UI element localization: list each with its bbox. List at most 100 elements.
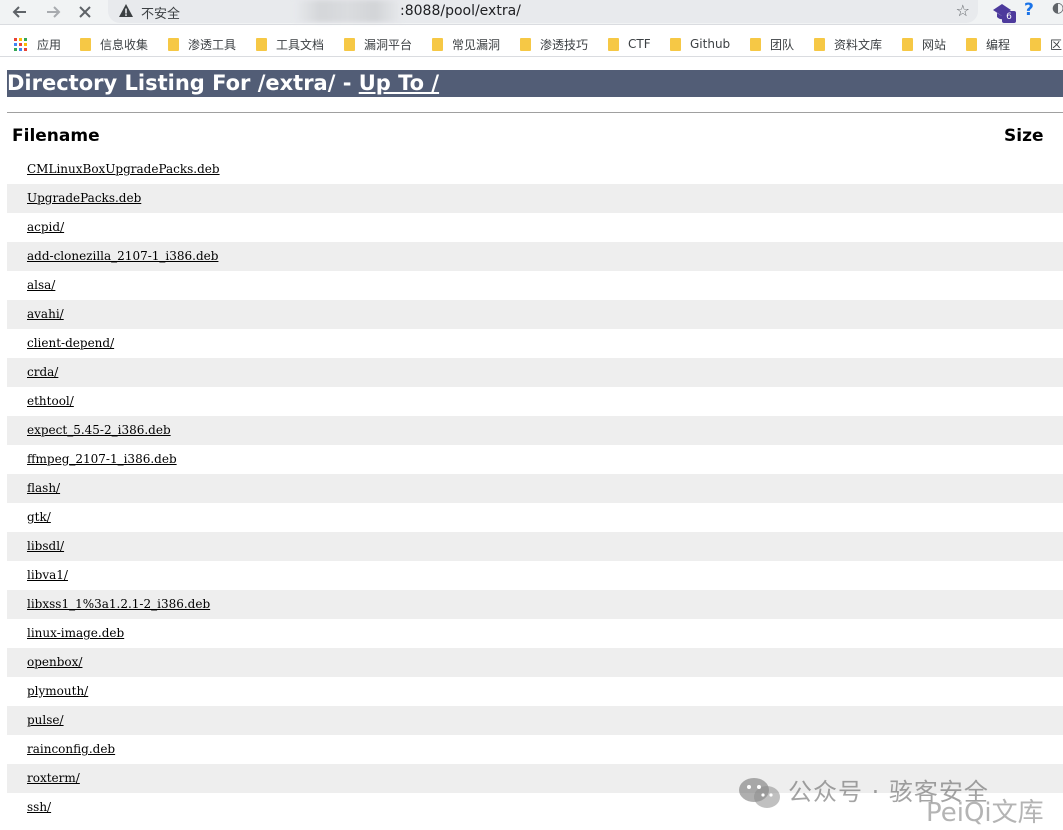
folder-icon	[256, 37, 267, 51]
apps-grid-icon	[14, 37, 27, 51]
file-link[interactable]: linux-image.deb	[27, 626, 124, 640]
folder-icon	[670, 37, 681, 51]
bookmark-folder[interactable]: 网站	[902, 36, 946, 52]
file-link[interactable]: acpid/	[27, 220, 64, 234]
bookmark-label: 资料文库	[834, 37, 883, 52]
file-link[interactable]: client-depend/	[27, 336, 114, 350]
bookmark-folder[interactable]: 渗透技巧	[520, 36, 588, 52]
bookmarks-bar: 应用 信息收集 渗透工具 工具文档 漏洞平台 常见漏洞 渗透技巧 CTF Git…	[0, 30, 1063, 57]
file-link[interactable]: alsa/	[27, 278, 55, 292]
folder-icon	[1030, 37, 1041, 51]
bookmark-folder[interactable]: 渗透工具	[168, 36, 236, 52]
table-row: avahi/	[7, 300, 1063, 329]
folder-icon	[520, 37, 531, 51]
bookmark-label: 网站	[922, 37, 947, 52]
table-row: client-depend/	[7, 329, 1063, 358]
table-row: add-clonezilla_2107-1_i386.deb	[7, 242, 1063, 271]
table-row: linux-image.deb	[7, 619, 1063, 648]
table-row: alsa/	[7, 271, 1063, 300]
file-link[interactable]: avahi/	[27, 307, 64, 321]
bookmark-folder[interactable]: 资料文库	[814, 36, 882, 52]
file-link[interactable]: plymouth/	[27, 684, 88, 698]
folder-icon	[814, 37, 825, 51]
bookmark-folder[interactable]: 信息收集	[80, 36, 148, 52]
file-link[interactable]: openbox/	[27, 655, 82, 669]
bookmark-label: 信息收集	[100, 37, 149, 52]
bookmark-label: 工具文档	[276, 37, 325, 52]
file-link[interactable]: flash/	[27, 481, 60, 495]
redacted-host	[294, 0, 402, 22]
bookmark-label: 渗透工具	[188, 37, 237, 52]
url-text[interactable]: :8088/pool/extra/	[400, 3, 521, 19]
bookmark-apps[interactable]: 应用	[14, 36, 61, 52]
warning-icon[interactable]	[118, 3, 134, 23]
bookmark-folder[interactable]: 常见漏洞	[432, 36, 500, 52]
table-row: acpid/	[7, 213, 1063, 242]
bookmark-label: 常见漏洞	[452, 37, 501, 52]
file-link[interactable]: libva1/	[27, 568, 68, 582]
file-link[interactable]: add-clonezilla_2107-1_i386.deb	[27, 249, 218, 263]
bookmark-label: Github	[690, 37, 731, 51]
wechat-icon	[738, 776, 782, 816]
table-row: openbox/	[7, 648, 1063, 677]
file-link[interactable]: pulse/	[27, 713, 64, 727]
bookmark-folder[interactable]: Github	[670, 36, 730, 52]
file-link[interactable]: ethtool/	[27, 394, 74, 408]
file-link[interactable]: gtk/	[27, 510, 51, 524]
table-row: plymouth/	[7, 677, 1063, 706]
forward-arrow-icon[interactable]	[40, 0, 66, 24]
column-header-size: Size	[1004, 126, 1044, 146]
folder-icon	[608, 37, 619, 51]
table-row: rainconfig.deb	[7, 735, 1063, 764]
table-row: pulse/	[7, 706, 1063, 735]
file-list: CMLinuxBoxUpgradePacks.deb UpgradePacks.…	[7, 155, 1063, 822]
divider	[7, 112, 1063, 113]
file-link[interactable]: rainconfig.deb	[27, 742, 115, 756]
table-row: libsdl/	[7, 532, 1063, 561]
file-link[interactable]: ssh/	[27, 800, 51, 814]
page-title-text: Directory Listing For /extra/ -	[7, 71, 359, 95]
folder-icon	[966, 37, 977, 51]
browser-toolbar: 不安全 :8088/pool/extra/ ☆ 6 ? ◐	[0, 0, 1063, 25]
table-row: ffmpeg_2107-1_i386.deb	[7, 445, 1063, 474]
folder-icon	[168, 37, 179, 51]
table-row: libxss1_1%3a1.2.1-2_i386.deb	[7, 590, 1063, 619]
file-link[interactable]: CMLinuxBoxUpgradePacks.deb	[27, 162, 220, 176]
up-to-root-link[interactable]: Up To /	[359, 71, 439, 95]
file-link[interactable]: libxss1_1%3a1.2.1-2_i386.deb	[27, 597, 210, 611]
table-row: ethtool/	[7, 387, 1063, 416]
extension-badge: 6	[1002, 11, 1016, 23]
folder-icon	[902, 37, 913, 51]
security-label[interactable]: 不安全	[141, 3, 180, 22]
address-bar[interactable]: 不安全 :8088/pool/extra/ ☆	[108, 0, 978, 23]
bookmark-label: CTF	[628, 37, 651, 51]
folder-icon	[80, 37, 91, 51]
bookmark-folder[interactable]: CTF	[608, 36, 651, 52]
bookmark-star-icon[interactable]: ☆	[956, 1, 970, 20]
bookmark-label: 区	[1050, 37, 1063, 52]
bookmark-folder[interactable]: 漏洞平台	[344, 36, 412, 52]
table-row: crda/	[7, 358, 1063, 387]
watermark: 公众号 · 骇客安全 PeiQi文库	[738, 770, 1058, 830]
bookmark-label: 漏洞平台	[364, 37, 413, 52]
file-link[interactable]: ffmpeg_2107-1_i386.deb	[27, 452, 177, 466]
stop-loading-icon[interactable]	[72, 0, 98, 24]
more-icon[interactable]: ◐	[1052, 0, 1063, 16]
folder-icon	[432, 37, 443, 51]
help-icon[interactable]: ?	[1024, 0, 1034, 20]
table-row: CMLinuxBoxUpgradePacks.deb	[7, 155, 1063, 184]
table-row: expect_5.45-2_i386.deb	[7, 416, 1063, 445]
bookmark-folder[interactable]: 工具文档	[256, 36, 324, 52]
bookmark-folder[interactable]: 编程	[966, 36, 1010, 52]
page-title: Directory Listing For /extra/ - Up To /	[7, 70, 1063, 97]
back-arrow-icon[interactable]	[7, 0, 33, 24]
file-link[interactable]: UpgradePacks.deb	[27, 191, 141, 205]
bookmark-folder[interactable]: 团队	[750, 36, 794, 52]
bookmark-folder[interactable]: 区	[1030, 36, 1062, 52]
file-link[interactable]: roxterm/	[27, 771, 80, 785]
bookmark-label: 编程	[986, 37, 1011, 52]
file-link[interactable]: libsdl/	[27, 539, 64, 553]
file-link[interactable]: crda/	[27, 365, 58, 379]
file-link[interactable]: expect_5.45-2_i386.deb	[27, 423, 171, 437]
watermark-source: PeiQi文库	[926, 798, 1044, 828]
